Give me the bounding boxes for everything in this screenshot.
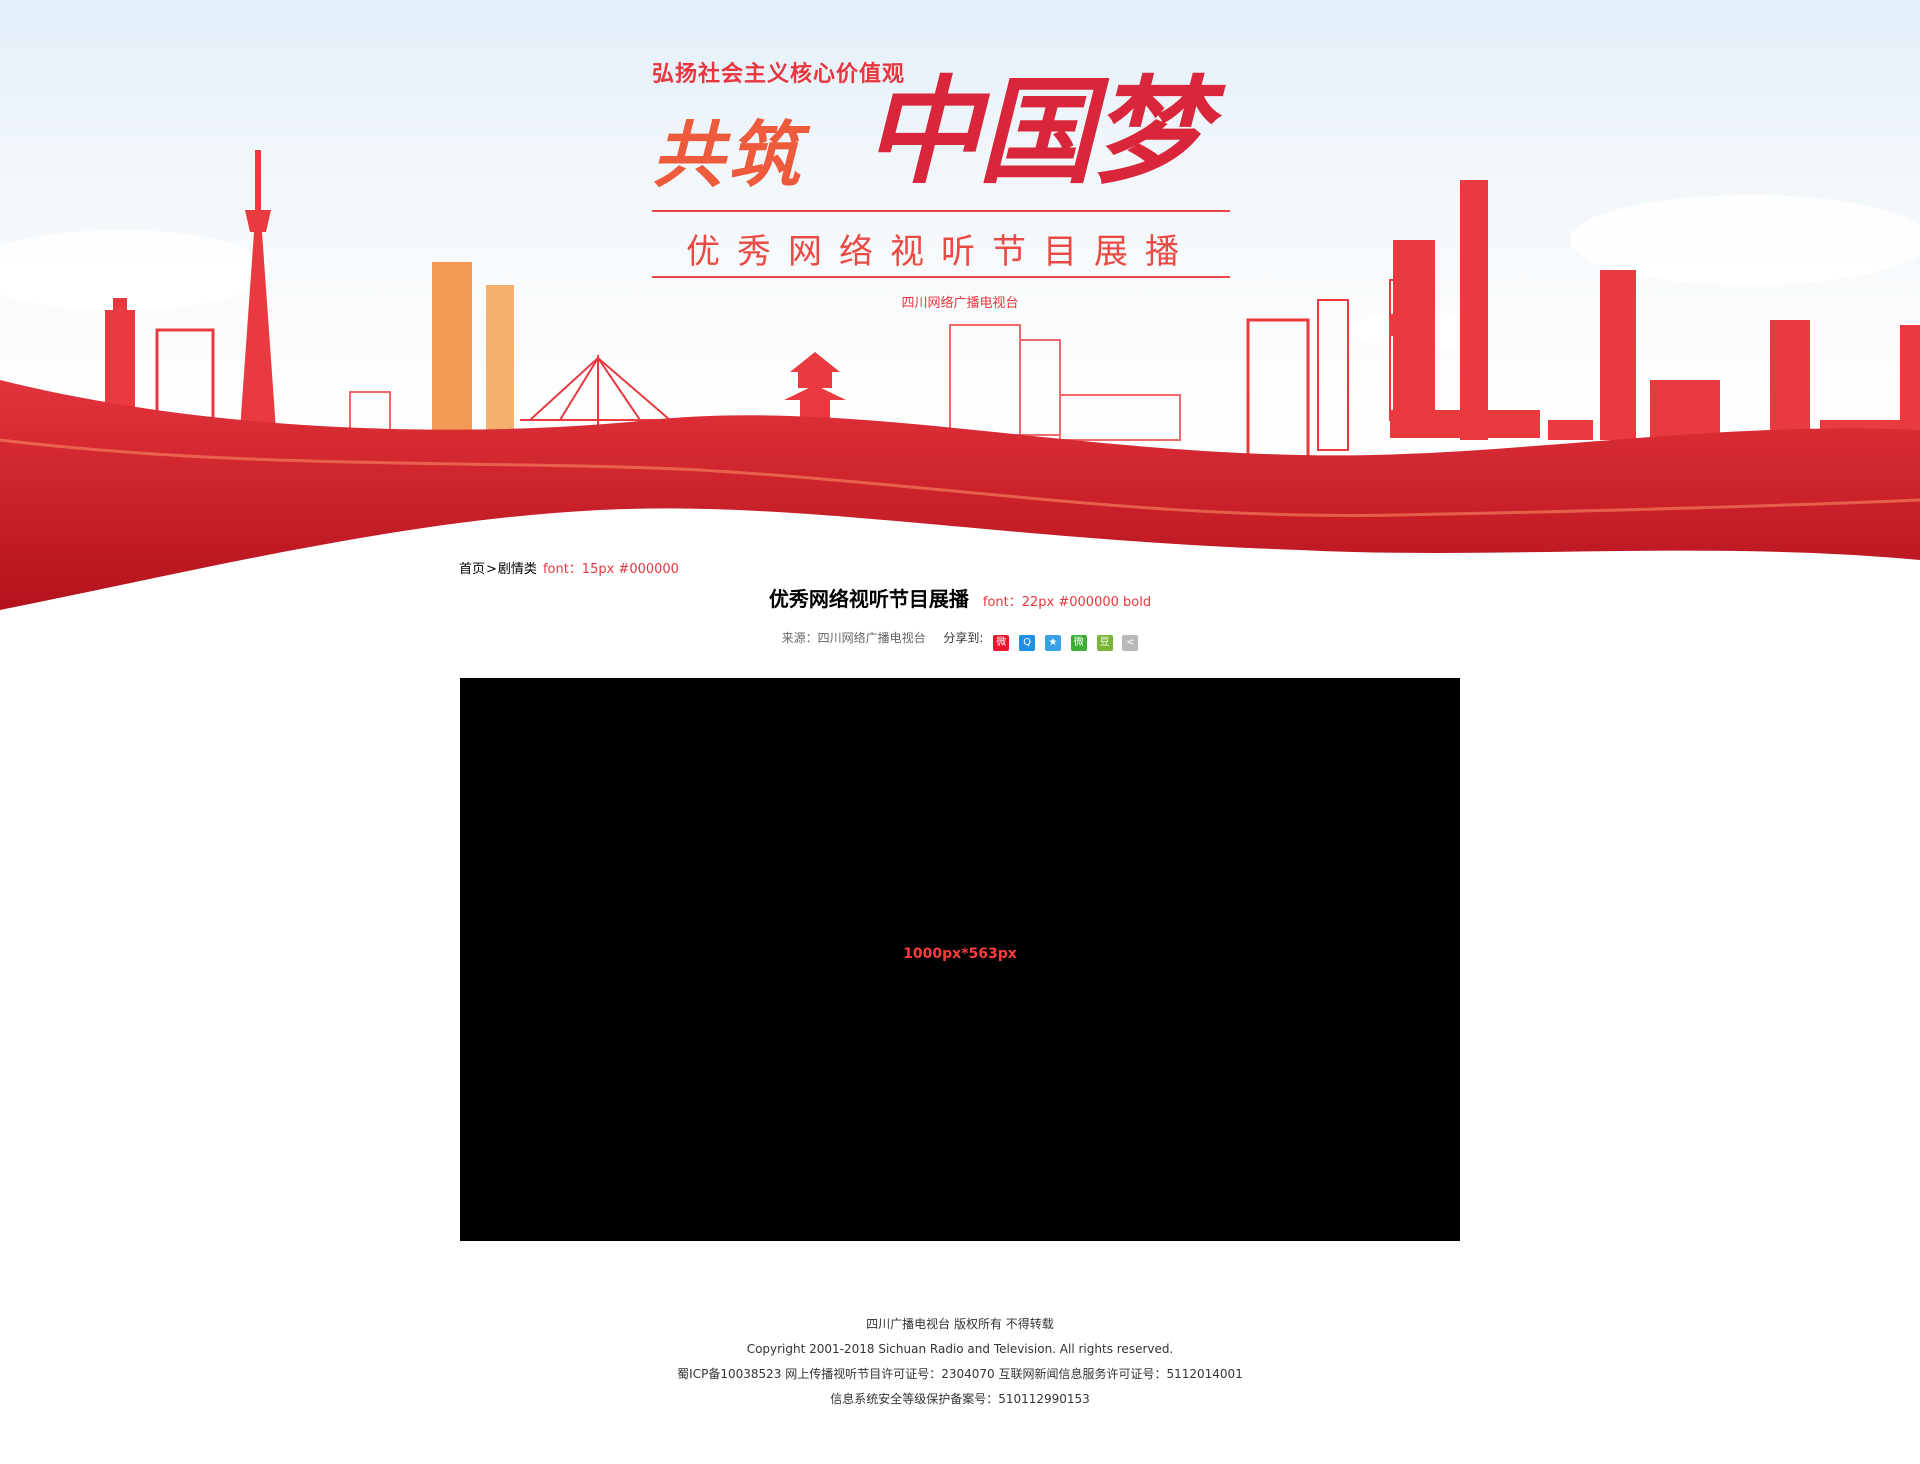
wechat-icon[interactable]: 微 — [1070, 635, 1087, 651]
weibo-icon[interactable]: 微 — [993, 635, 1010, 651]
banner-organizer: 四川网络广播电视台 — [901, 296, 1019, 311]
banner-title-part2: 中国梦 — [864, 64, 1208, 200]
more-share-icon[interactable]: < — [1122, 635, 1139, 651]
banner-title-part1: 共筑 — [652, 112, 805, 197]
share-label: 分享到: — [943, 631, 984, 645]
breadcrumb-home-link[interactable]: 首页 — [459, 562, 485, 577]
breadcrumb: 首页>剧情类 font：15px #000000 — [459, 558, 679, 577]
banner-rule-top — [652, 210, 1230, 212]
banner-rule-bottom — [652, 276, 1230, 278]
title-font-note: font：22px #000000 bold — [982, 595, 1152, 610]
banner-subtitle: 优秀网络视听节目展播 — [686, 232, 1196, 272]
header-banner: 弘扬社会主义核心价值观 共筑 中国梦 优秀网络视听节目展播 四川网络广播电视台 — [0, 0, 1920, 610]
breadcrumb-category-link[interactable]: 剧情类 — [498, 562, 537, 577]
footer-security-record: 信息系统安全等级保护备案号：510112990153 — [830, 1392, 1090, 1406]
qzone-icon[interactable]: ★ — [1044, 635, 1061, 651]
qq-icon[interactable]: Q — [1019, 635, 1036, 651]
video-player[interactable]: 1000px*563px — [460, 678, 1460, 1241]
article-source: 来源：四川网络广播电视台 — [781, 631, 926, 645]
breadcrumb-separator: > — [486, 562, 497, 577]
breadcrumb-font-note: font：15px #000000 — [542, 562, 679, 577]
footer-copyright-cn: 四川广播电视台 版权所有 不得转载 — [866, 1317, 1054, 1331]
article-meta: 来源：四川网络广播电视台 分享到: 微 Q ★ 微 豆 < — [0, 630, 1920, 651]
footer-copyright-en: Copyright 2001-2018 Sichuan Radio and Te… — [746, 1342, 1174, 1356]
article-title: 优秀网络视听节目展播 — [768, 587, 969, 611]
footer-license: 蜀ICP备10038523 网上传播视听节目许可证号：2304070 互联网新闻… — [677, 1367, 1243, 1381]
video-size-label: 1000px*563px — [903, 946, 1017, 962]
douban-icon[interactable]: 豆 — [1096, 635, 1113, 651]
article-title-row: 优秀网络视听节目展播 font：22px #000000 bold — [0, 583, 1920, 612]
footer: 四川广播电视台 版权所有 不得转载 Copyright 2001-2018 Si… — [0, 1312, 1920, 1412]
